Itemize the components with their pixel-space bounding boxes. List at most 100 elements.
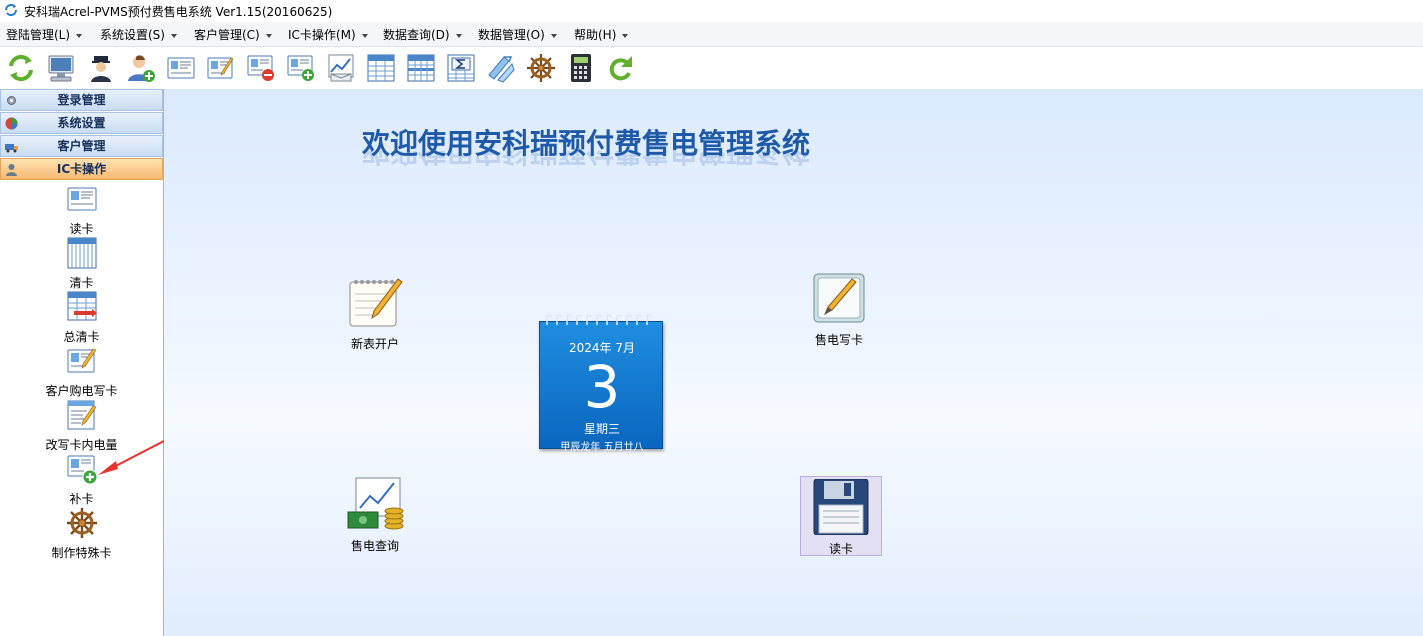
menu-customers[interactable]: 客户管理(C) [194, 26, 272, 43]
sidebar-section-login[interactable]: 登录管理 [0, 89, 163, 111]
remove-card-button[interactable] [244, 51, 278, 85]
calendar-body: 2024年 7月 3 星期三 甲辰龙年 五月廿八 [539, 321, 663, 453]
sidebar-item-read-card[interactable]: 读卡 [0, 183, 163, 237]
police-user-button[interactable] [84, 51, 118, 85]
sidebar-section-customers[interactable]: 客户管理 [0, 135, 163, 157]
toolbar [0, 47, 1423, 89]
sidebar-item-total-clear-card[interactable]: 总清卡 [0, 291, 163, 345]
user-card-icon [6, 164, 17, 176]
sidebar-item-label: 客户购电写卡 [45, 384, 118, 398]
menu-data-manage[interactable]: 数据管理(O) [478, 26, 557, 43]
new-meter-shortcut[interactable]: 新表开户 [335, 274, 415, 352]
remove-card-icon [247, 55, 274, 81]
menu-help-label: 帮助(H) [574, 28, 617, 42]
sidebar-item-label: 总清卡 [63, 330, 100, 344]
sidebar-item-clear-card[interactable]: 清卡 [0, 237, 163, 291]
police-user-icon [91, 56, 111, 82]
menu-data-manage-label: 数据管理(O) [478, 28, 545, 42]
read-card-icon [67, 187, 97, 211]
new-meter-label: 新表开户 [350, 337, 399, 351]
gear-icon [7, 96, 16, 105]
write-card-button[interactable] [204, 51, 238, 85]
title-bar: 安科瑞Acrel-PVMS预付费售电系统 Ver1.15(20160625) [0, 0, 1423, 22]
add-card-icon [67, 455, 98, 485]
edit-document-icon [67, 400, 97, 430]
add-user-icon [128, 55, 155, 82]
sidebar-section-label: IC卡操作 [56, 162, 107, 176]
redo-button[interactable] [604, 51, 638, 85]
chevron-down-icon [361, 33, 368, 38]
sell-query-label: 售电查询 [350, 539, 399, 553]
sell-write-label: 售电写卡 [814, 333, 863, 347]
sidebar-item-special-card[interactable]: 制作特殊卡 [0, 507, 163, 561]
menu-ic-card[interactable]: IC卡操作(M) [288, 26, 368, 43]
chart-money-icon [347, 477, 404, 530]
sidebar: 登录管理 系统设置 客户管理 IC卡操作 读卡 清卡 总清卡 客户购电写卡 改写… [0, 89, 164, 636]
read-card-icon [167, 57, 195, 79]
menu-ic-card-label: IC卡操作(M) [288, 28, 356, 42]
chevron-down-icon [550, 33, 557, 38]
menu-data-query[interactable]: 数据查询(D) [383, 26, 462, 43]
app-icon [5, 4, 17, 16]
add-card-icon [287, 55, 314, 81]
sell-query-shortcut[interactable]: 售电查询 [335, 476, 415, 554]
sidebar-section-settings[interactable]: 系统设置 [0, 112, 163, 134]
sidebar-item-purchase-write-card[interactable]: 客户购电写卡 [0, 345, 163, 399]
calculator-icon [571, 54, 591, 82]
ship-wheel-button[interactable] [524, 51, 558, 85]
read-card-shortcut[interactable]: 读卡 [800, 476, 882, 556]
calendar-weekday: 星期三 [583, 422, 620, 436]
menu-settings[interactable]: 系统设置(S) [100, 26, 177, 43]
ship-wheel-icon [67, 508, 97, 538]
sidebar-item-list: 读卡 清卡 总清卡 客户购电写卡 改写卡内电量 补卡 制作特殊卡 [0, 183, 163, 561]
ship-wheel-icon [527, 54, 555, 82]
computer-button[interactable] [44, 51, 78, 85]
chevron-down-icon [170, 33, 177, 38]
calendar-day: 3 [583, 353, 621, 421]
window-title: 安科瑞Acrel-PVMS预付费售电系统 Ver1.15(20160625) [24, 5, 333, 19]
calendar-lunar-date: 甲辰龙年 五月廿八 [560, 442, 644, 453]
main-panel: 欢迎使用安科瑞预付费售电管理系统 欢迎使用安科瑞预付费售电管理系统 新表开户 售… [164, 89, 1423, 636]
chart-mail-button[interactable] [324, 51, 358, 85]
menu-help[interactable]: 帮助(H) [574, 26, 629, 43]
calculator-button[interactable] [564, 51, 598, 85]
add-user-button[interactable] [124, 51, 158, 85]
add-card-button[interactable] [284, 51, 318, 85]
refresh-button[interactable] [4, 51, 38, 85]
chevron-down-icon [265, 33, 272, 38]
table-icon [67, 237, 97, 269]
chevron-down-icon [76, 33, 83, 38]
refresh-icon [9, 54, 33, 82]
exchange-button[interactable] [484, 51, 518, 85]
menu-data-query-label: 数据查询(D) [383, 28, 450, 42]
calendar-rings [546, 314, 652, 325]
read-card-label: 读卡 [828, 542, 853, 556]
sell-write-shortcut[interactable]: 售电写卡 [799, 270, 879, 348]
chevron-down-icon [455, 33, 462, 38]
menu-login-label: 登陆管理(L) [6, 28, 71, 42]
menu-bar: 登陆管理(L) 系统设置(S) 客户管理(C) IC卡操作(M) 数据查询(D)… [0, 22, 1423, 47]
redo-arrow-icon [609, 56, 632, 81]
sidebar-section-label: 客户管理 [57, 139, 106, 153]
floppy-disk-icon [813, 478, 869, 536]
table-button[interactable] [364, 51, 398, 85]
edit-pencil-icon [813, 273, 865, 323]
chart-mail-icon [328, 54, 354, 82]
sigma-table-button[interactable] [444, 51, 478, 85]
sidebar-item-label: 读卡 [69, 222, 94, 236]
sidebar-item-label: 制作特殊卡 [51, 546, 112, 560]
write-card-icon [207, 57, 234, 79]
sidebar-section-ic-card[interactable]: IC卡操作 [0, 158, 163, 180]
calendar-widget: 2024年 7月 3 星期三 甲辰龙年 五月廿八 [539, 313, 663, 453]
menu-customers-label: 客户管理(C) [194, 28, 260, 42]
exchange-icon [488, 56, 515, 83]
pie-chart-icon [5, 117, 18, 130]
welcome-title-reflection: 欢迎使用安科瑞预付费售电管理系统 [362, 151, 811, 168]
sigma-table-icon [447, 54, 475, 82]
read-card-button[interactable] [164, 51, 198, 85]
computer-icon [48, 55, 74, 82]
grid-table-button[interactable] [404, 51, 438, 85]
menu-login[interactable]: 登陆管理(L) [6, 26, 83, 43]
sidebar-section-label: 登录管理 [57, 93, 106, 107]
table-icon [367, 54, 395, 82]
